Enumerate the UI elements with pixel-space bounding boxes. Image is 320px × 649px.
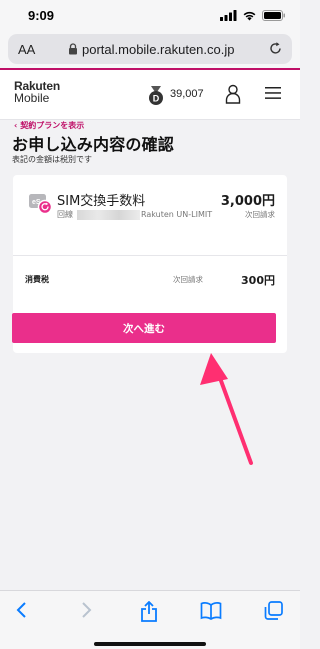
- lock-icon: [69, 43, 77, 55]
- points-balance: 39,007: [170, 88, 204, 100]
- battery-icon: [262, 9, 285, 21]
- tabs-icon[interactable]: [264, 601, 284, 621]
- forward-icon[interactable]: [78, 601, 94, 619]
- back-icon[interactable]: [14, 601, 30, 619]
- browser-bottom-bar: [0, 590, 300, 649]
- reload-icon[interactable]: [268, 41, 283, 56]
- address-bar[interactable]: AA portal.mobile.rakuten.co.jp: [8, 34, 292, 64]
- page-content: ‹ 契約プランを表示 お申し込み内容の確認 表記の金額は税別です eS SIM交換…: [0, 120, 300, 590]
- logo-line2: Mobile: [14, 91, 50, 105]
- signal-icon: [220, 9, 237, 21]
- user-icon[interactable]: [225, 84, 241, 104]
- menu-icon[interactable]: [265, 86, 281, 100]
- home-indicator: [94, 642, 206, 646]
- wifi-icon: [243, 11, 256, 20]
- annotation-arrow: [200, 353, 253, 465]
- share-icon[interactable]: [139, 601, 159, 623]
- status-bar: 9:09: [0, 0, 300, 30]
- status-time: 9:09: [28, 8, 55, 23]
- url-text[interactable]: portal.mobile.rakuten.co.jp: [82, 42, 234, 57]
- site-header: Rakuten Mobile D 39,007: [0, 70, 300, 120]
- bookmarks-icon[interactable]: [200, 601, 222, 621]
- status-icons: [220, 9, 286, 21]
- points-badge-icon: D: [149, 86, 163, 105]
- rakuten-mobile-logo[interactable]: Rakuten Mobile: [14, 80, 60, 104]
- reader-settings-button[interactable]: AA: [18, 42, 35, 57]
- svg-text:D: D: [153, 94, 160, 104]
- browser-toolbar: AA portal.mobile.rakuten.co.jp: [0, 30, 300, 68]
